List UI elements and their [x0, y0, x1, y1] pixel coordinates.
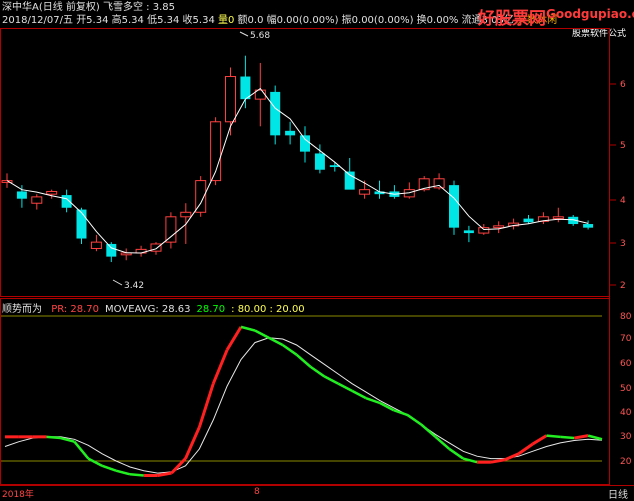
- pr-segment-down: [546, 434, 561, 439]
- pr-segment-up: [157, 471, 172, 477]
- candle-body[interactable]: [314, 153, 325, 170]
- candle-body[interactable]: [165, 216, 177, 243]
- moveavg-line: [4, 337, 603, 474]
- ind-tick-40: 40: [620, 408, 632, 418]
- pr-segment-up: [197, 383, 215, 428]
- date-axis-mark: 8: [254, 487, 260, 497]
- candle-body[interactable]: [285, 130, 296, 136]
- pr-segment-down: [295, 353, 312, 368]
- pr-segment-up: [490, 458, 506, 464]
- ind-tick-50: 50: [620, 384, 632, 394]
- pr-segment-down: [420, 423, 437, 438]
- date-axis-start: 2018年: [2, 490, 34, 500]
- pr-line: [5, 325, 603, 477]
- pr-segment-down: [462, 457, 478, 464]
- chart-canvas[interactable]: 5.68 3.42 6 5 4 3 2 80 70 60 50 40 30 20: [0, 0, 634, 500]
- pr-segment-down: [351, 389, 367, 400]
- price-tick-2: 2: [620, 281, 626, 291]
- indicator-axis: 80 70 60 50 40 30 20: [620, 312, 632, 467]
- candle-body[interactable]: [90, 241, 102, 249]
- high-pointer: [239, 31, 249, 37]
- pr-segment-up: [573, 434, 589, 440]
- candle-body[interactable]: [300, 135, 310, 152]
- pr-segment-down: [254, 329, 270, 339]
- ind-tick-80: 80: [620, 312, 632, 322]
- candle-body[interactable]: [76, 209, 87, 239]
- candle-body[interactable]: [180, 211, 192, 218]
- candle-body[interactable]: [16, 191, 27, 199]
- candle-body[interactable]: [523, 218, 534, 223]
- indicator-legend: 顺势而为 PR: 28.70 MOVEAVG: 28.63 28.70 : 80.00…: [2, 300, 317, 315]
- pr-segment-down: [87, 457, 103, 467]
- pr-segment-up: [531, 434, 548, 446]
- period-tab-daily[interactable]: 日线: [608, 486, 628, 501]
- high-price-label: 5.68: [250, 31, 270, 41]
- pr-segment-down: [560, 435, 575, 440]
- price-tick-3: 3: [620, 239, 626, 249]
- candle-body[interactable]: [478, 227, 490, 234]
- ind-tick-70: 70: [620, 334, 632, 344]
- price-tick-5: 5: [620, 141, 626, 151]
- candle-body[interactable]: [493, 225, 505, 229]
- pr-segment-down: [115, 469, 131, 476]
- candle-body[interactable]: [46, 190, 58, 195]
- indicator-value-1: MOVEAVG: 28.63: [105, 304, 191, 315]
- pr-segment-up: [211, 349, 229, 385]
- ind-tick-20: 20: [620, 457, 632, 467]
- ind-tick-30: 30: [620, 432, 632, 442]
- indicator-value-3: : 80.00 : 20.00: [231, 304, 305, 315]
- pr-segment-down: [587, 434, 603, 441]
- indicator-value-2: 28.70: [196, 304, 226, 315]
- low-price-label: 3.42: [124, 281, 144, 291]
- indicator-name: 顺势而为: [2, 304, 42, 315]
- candle-body[interactable]: [240, 76, 251, 100]
- pr-segment-down: [129, 473, 144, 477]
- candle-body[interactable]: [449, 185, 459, 228]
- pr-segment-down: [240, 325, 256, 332]
- ind-tick-60: 60: [620, 359, 632, 369]
- pr-segment-down: [337, 382, 353, 393]
- candle-body[interactable]: [463, 230, 474, 234]
- candle-body[interactable]: [31, 196, 43, 204]
- main-price-axis: 6 5 4 3 2: [610, 80, 626, 291]
- pr-segment-down: [309, 365, 326, 378]
- moving-average-line: [6, 87, 589, 254]
- low-pointer: [112, 279, 123, 286]
- candlestick-series[interactable]: [1, 55, 594, 263]
- price-tick-4: 4: [620, 196, 626, 206]
- candle-body[interactable]: [583, 224, 594, 228]
- candle-body[interactable]: [359, 189, 371, 195]
- pr-segment-up: [184, 426, 201, 460]
- pr-segment-down: [46, 435, 61, 440]
- candle-body[interactable]: [552, 216, 564, 220]
- pr-segment-down: [281, 343, 298, 356]
- candle-body[interactable]: [270, 91, 281, 136]
- pr-segment-down: [406, 414, 423, 426]
- candle-body[interactable]: [225, 76, 236, 123]
- indicator-value-0: PR: 28.70: [51, 304, 100, 315]
- pr-segment-down: [101, 464, 117, 472]
- pr-segment-down: [323, 375, 339, 385]
- pr-segment-up: [225, 326, 243, 351]
- candle-body[interactable]: [106, 243, 117, 257]
- price-tick-6: 6: [620, 80, 626, 90]
- candle-body[interactable]: [120, 252, 132, 256]
